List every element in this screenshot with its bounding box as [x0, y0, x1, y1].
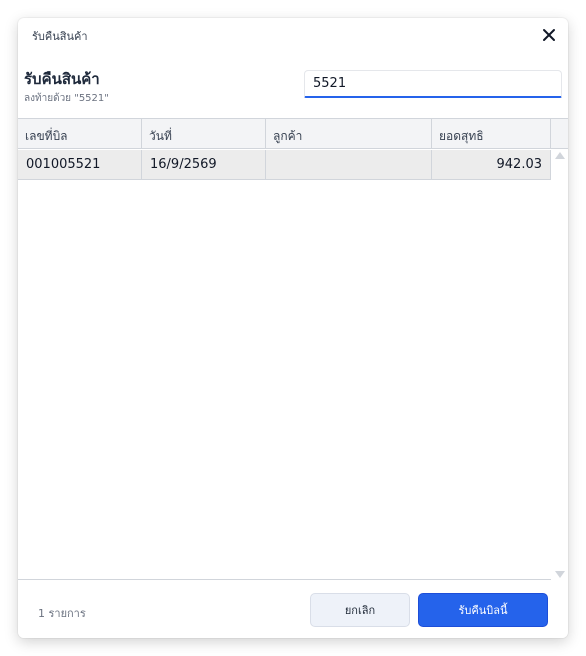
close-icon [543, 29, 555, 41]
table-header: เลขที่บิล วันที่ ลูกค้า ยอดสุทธิ [18, 119, 568, 149]
cell-bill-no: 001005521 [18, 150, 142, 180]
scroll-down-arrow-icon[interactable] [555, 571, 565, 578]
table-row[interactable]: 001005521 16/9/2569 942.03 [18, 150, 551, 180]
dialog-titlebar: รับคืนสินค้า [18, 18, 568, 52]
column-header-net-total[interactable]: ยอดสุทธิ [432, 119, 551, 149]
cancel-button[interactable]: ยกเลิก [310, 593, 410, 627]
search-hint: ลงท้ายด้วย "5521" [24, 93, 109, 104]
page-title: รับคืนสินค้า [24, 70, 100, 88]
result-count: 1 รายการ [38, 607, 86, 620]
column-header-bill-no[interactable]: เลขที่บิล [18, 119, 142, 149]
cell-date: 16/9/2569 [142, 150, 266, 180]
return-goods-dialog: รับคืนสินค้า รับคืนสินค้า ลงท้ายด้วย "55… [18, 18, 568, 638]
column-header-customer[interactable]: ลูกค้า [266, 119, 432, 149]
window-title: รับคืนสินค้า [32, 30, 88, 43]
vertical-scrollbar[interactable] [551, 150, 568, 580]
close-button[interactable] [538, 24, 560, 46]
dialog-footer: 1 รายการ ยกเลิก รับคืนบิลนี้ [18, 580, 568, 638]
scroll-up-arrow-icon[interactable] [555, 152, 565, 159]
search-input[interactable] [304, 70, 562, 98]
column-header-date[interactable]: วันที่ [142, 119, 266, 149]
cell-net-total: 942.03 [432, 150, 551, 180]
bills-table: เลขที่บิล วันที่ ลูกค้า ยอดสุทธิ 0010055… [18, 118, 568, 580]
cell-customer [266, 150, 432, 180]
confirm-return-button[interactable]: รับคืนบิลนี้ [418, 593, 548, 627]
